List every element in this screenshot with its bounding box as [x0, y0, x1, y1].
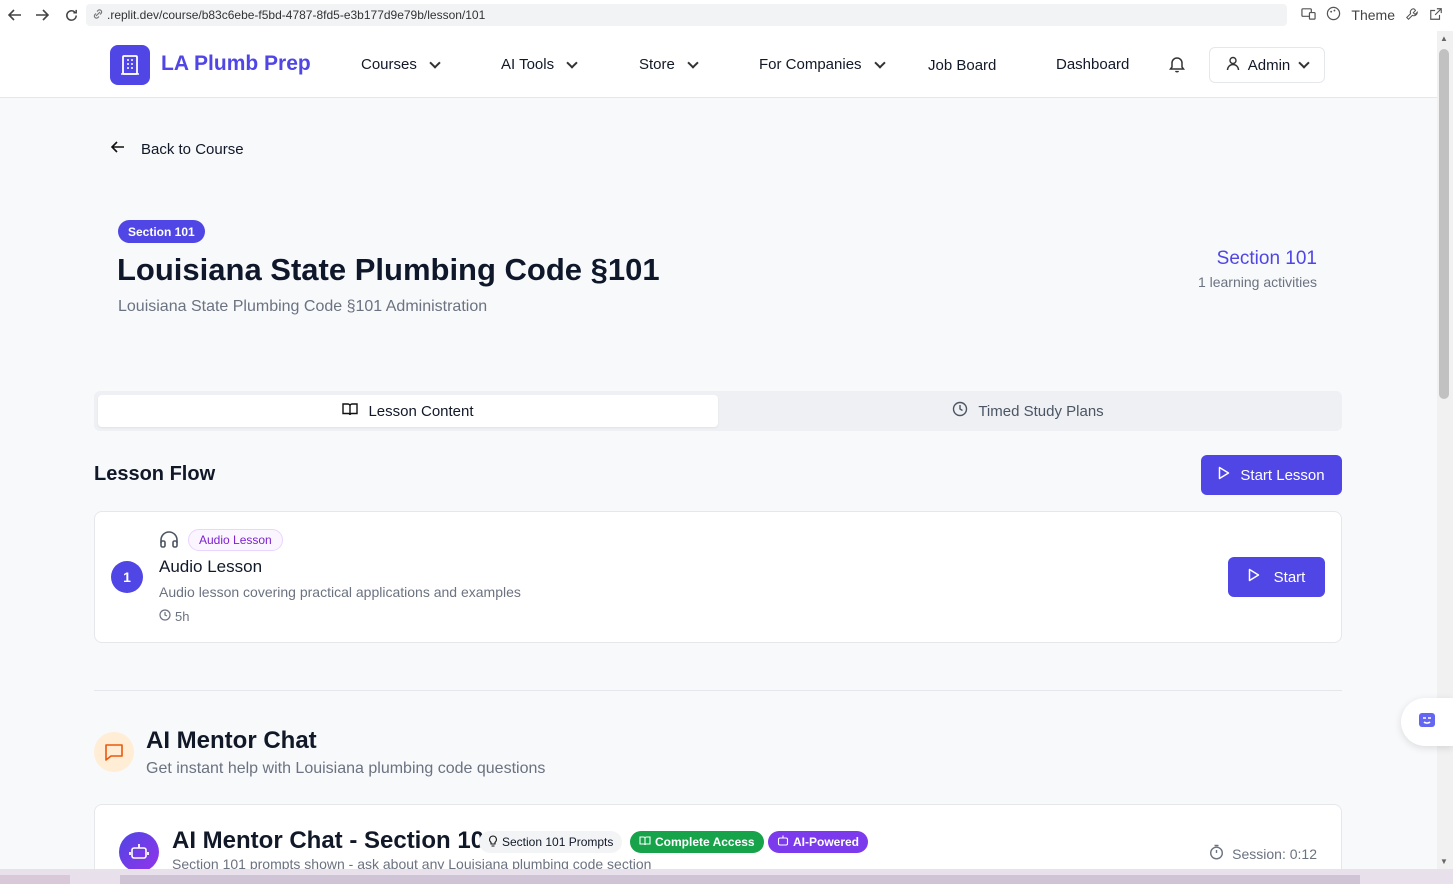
brand-name[interactable]: LA Plumb Prep: [161, 52, 311, 76]
lesson-step-description: Audio lesson covering practical applicat…: [159, 584, 521, 600]
page-subtitle: Louisiana State Plumbing Code §101 Admin…: [118, 298, 488, 315]
bot-icon: [777, 835, 789, 849]
address-bar[interactable]: .replit.dev/course/b83c6ebe-f5bd-4787-8f…: [86, 4, 1287, 26]
chevron-down-icon: [1298, 57, 1310, 69]
user-menu-button[interactable]: Admin: [1209, 47, 1325, 83]
bot-icon: [119, 832, 159, 872]
back-arrow-icon[interactable]: [4, 4, 26, 26]
open-external-icon[interactable]: [1429, 7, 1443, 24]
tab-timed-study-plans-label: Timed Study Plans: [978, 402, 1104, 420]
nav-courses[interactable]: Courses: [361, 56, 441, 73]
nav-job-board[interactable]: Job Board: [928, 57, 996, 74]
browser-extensions: Theme: [1301, 4, 1443, 26]
site-info-icon[interactable]: [92, 8, 104, 23]
nav-job-board-label: Job Board: [928, 57, 997, 74]
chevron-down-icon: [687, 56, 699, 69]
chevron-down-icon: [429, 56, 441, 69]
forward-arrow-icon[interactable]: [31, 4, 53, 26]
bell-icon[interactable]: [1169, 55, 1185, 78]
assistant-icon: [1417, 710, 1437, 735]
ai-powered-chip: AI-Powered: [768, 831, 869, 853]
nav-for-companies[interactable]: For Companies: [759, 56, 886, 73]
book-open-icon: [342, 402, 359, 420]
tab-timed-study-plans[interactable]: Timed Study Plans: [718, 395, 1338, 427]
play-icon: [1248, 568, 1260, 586]
lesson-step-title: Audio Lesson: [159, 557, 263, 576]
lesson-step-duration: 5h: [159, 609, 189, 624]
nav-courses-label: Courses: [361, 56, 417, 73]
scroll-thumb[interactable]: [1439, 49, 1449, 399]
lesson-flow-heading: Lesson Flow: [94, 463, 216, 485]
logo-building-icon[interactable]: [110, 45, 150, 85]
section-activity-count: 1 learning activities: [1197, 274, 1317, 290]
section-badge: Section 101: [118, 220, 205, 243]
theme-label[interactable]: Theme: [1351, 7, 1395, 23]
chevron-down-icon: [873, 56, 886, 69]
prompts-chip-label: Section 101 Prompts: [502, 835, 614, 849]
palette-icon[interactable]: [1326, 6, 1341, 24]
session-timer: Session: 0:12: [1209, 844, 1317, 863]
lesson-step-duration-value: 5h: [175, 609, 190, 624]
step-number: 1: [111, 561, 143, 593]
start-step-label: Start: [1273, 568, 1306, 586]
lesson-tabs: Lesson Content Timed Study Plans: [94, 391, 1342, 431]
nav-for-companies-label: For Companies: [759, 56, 862, 73]
back-to-course-label: Back to Course: [141, 140, 244, 158]
nav-store-label: Store: [639, 56, 675, 73]
url-text: .replit.dev/course/b83c6ebe-f5bd-4787-8f…: [107, 8, 486, 22]
section-summary-title: Section 101: [1216, 248, 1317, 269]
back-to-course-link[interactable]: Back to Course: [110, 140, 244, 158]
start-lesson-label: Start Lesson: [1240, 466, 1325, 484]
clock-icon: [159, 609, 171, 624]
os-taskbar: [0, 869, 1453, 884]
lesson-step-card: 1 Audio Lesson Audio Lesson Audio lesson…: [94, 511, 1342, 643]
nav-dashboard[interactable]: Dashboard: [1056, 56, 1129, 73]
nav-store[interactable]: Store: [639, 56, 699, 73]
user-icon: [1226, 56, 1240, 75]
complete-access-chip: Complete Access: [630, 831, 764, 853]
tab-lesson-content[interactable]: Lesson Content: [98, 395, 718, 427]
message-square-icon: [94, 732, 134, 772]
ai-mentor-subtitle: Get instant help with Louisiana plumbing…: [146, 760, 546, 777]
clock-icon: [952, 401, 968, 421]
book-open-icon: [639, 835, 651, 849]
section-divider: [94, 690, 1342, 691]
session-timer-value: Session: 0:12: [1232, 845, 1317, 862]
timer-icon: [1209, 844, 1224, 863]
section-summary: Section 101 1 learning activities: [1198, 248, 1317, 290]
taskbar-segment: [120, 875, 1360, 884]
chevron-down-icon: [566, 56, 578, 69]
headphones-icon: [159, 530, 179, 553]
app-header: LA Plumb Prep Courses AI Tools Store For…: [0, 31, 1437, 98]
user-menu-label: Admin: [1247, 56, 1291, 74]
start-lesson-button[interactable]: Start Lesson: [1201, 455, 1342, 495]
nav-ai-tools-label: AI Tools: [501, 56, 555, 73]
lightbulb-icon: [488, 834, 498, 850]
devices-icon[interactable]: [1301, 6, 1317, 24]
complete-access-chip-label: Complete Access: [655, 835, 755, 849]
chat-title: AI Mentor Chat - Section 101: [172, 827, 498, 854]
reload-icon[interactable]: [60, 4, 82, 26]
lesson-type-badge: Audio Lesson: [188, 529, 283, 551]
taskbar-segment: [0, 875, 70, 884]
scroll-down-arrow-icon[interactable]: ▼: [1440, 857, 1448, 866]
start-step-button[interactable]: Start: [1228, 557, 1325, 597]
ai-mentor-heading: AI Mentor Chat: [146, 727, 317, 754]
page-title: Louisiana State Plumbing Code §101: [117, 252, 660, 287]
prompts-chip: Section 101 Prompts: [479, 831, 623, 853]
tab-lesson-content-label: Lesson Content: [368, 402, 474, 420]
play-icon: [1218, 466, 1230, 484]
browser-toolbar: .replit.dev/course/b83c6ebe-f5bd-4787-8f…: [0, 0, 1453, 31]
floating-assistant-button[interactable]: [1401, 698, 1453, 746]
arrow-left-icon: [110, 140, 125, 158]
nav-ai-tools[interactable]: AI Tools: [501, 56, 578, 73]
nav-dashboard-label: Dashboard: [1056, 56, 1130, 73]
scroll-up-arrow-icon[interactable]: ▲: [1440, 34, 1448, 43]
ai-powered-chip-label: AI-Powered: [793, 835, 860, 849]
wrench-icon[interactable]: [1405, 7, 1419, 24]
